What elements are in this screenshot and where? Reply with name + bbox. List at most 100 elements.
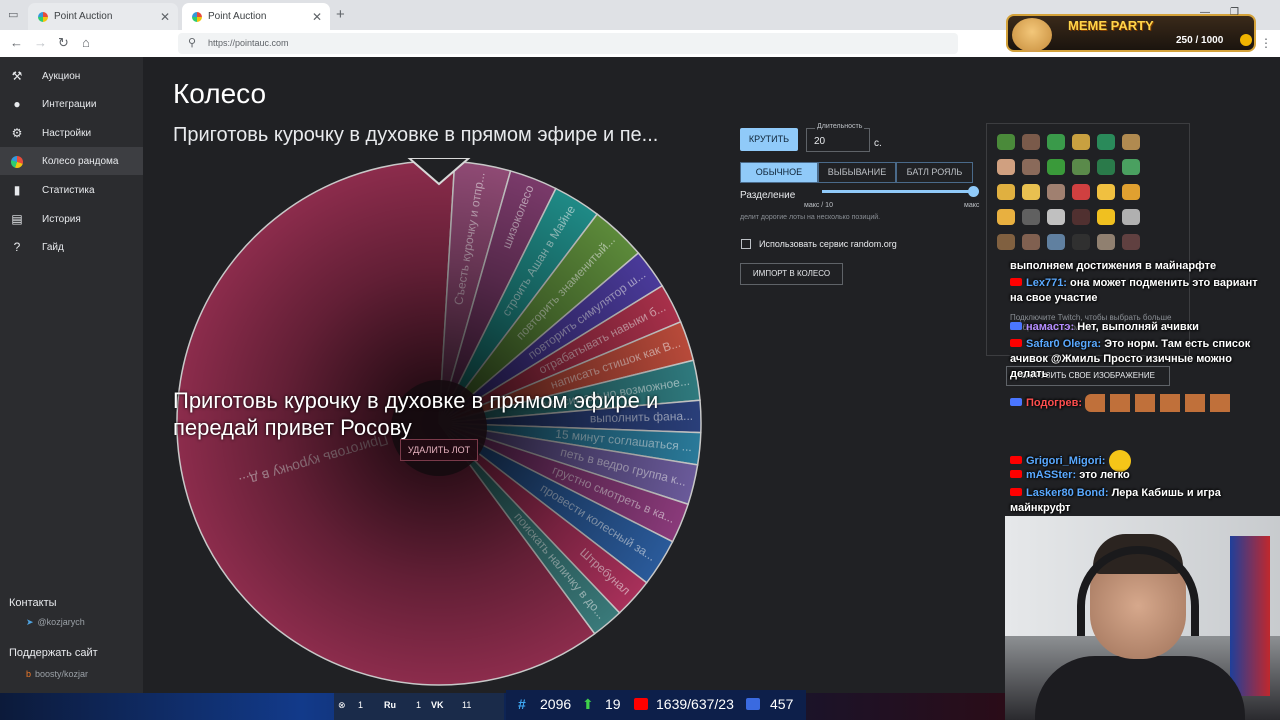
sidebar-item-wheel[interactable]: Колесо рандома xyxy=(0,147,143,175)
boosty-label: boosty/kozjar xyxy=(35,669,89,679)
search-icon: ⚲ xyxy=(188,37,197,49)
hashtag-icon: # xyxy=(518,696,526,712)
emote-image-option[interactable] xyxy=(1072,134,1090,150)
chat-nick: Lex771: xyxy=(1026,277,1067,289)
emote-image-option[interactable] xyxy=(1122,209,1140,225)
emote-image-option[interactable] xyxy=(1122,159,1140,175)
sidebar-item-integrations[interactable]: ● Интеграции xyxy=(0,90,143,118)
emote-image-option[interactable] xyxy=(1047,234,1065,250)
emote-image-option[interactable] xyxy=(1097,134,1115,150)
vk-label: VK xyxy=(431,700,444,710)
emote-image-option[interactable] xyxy=(1047,159,1065,175)
doge-icon xyxy=(1012,18,1052,52)
chat-text: это легко xyxy=(1079,469,1130,481)
emote-image-option[interactable] xyxy=(1097,234,1115,250)
mode-normal-button[interactable]: ОБЫЧНОЕ xyxy=(740,162,818,183)
split-slider-handle[interactable] xyxy=(968,186,979,197)
import-to-wheel-button[interactable]: ИМПОРТ В КОЛЕСО xyxy=(740,263,843,285)
emote-image-option[interactable] xyxy=(1022,159,1040,175)
tab-point-auction-1[interactable]: Point Auction ✕ xyxy=(28,3,178,30)
meme-party-title: MEME PARTY xyxy=(1068,18,1154,33)
emote-image-option[interactable] xyxy=(997,134,1015,150)
delete-lot-button[interactable]: УДАЛИТЬ ЛОТ xyxy=(400,439,478,461)
chat-message: Lex771: она может подменить это вариант … xyxy=(1010,276,1272,306)
vk-count: 457 xyxy=(770,696,794,712)
home-icon[interactable]: ⌂ xyxy=(82,35,90,50)
sidebar-item-label: Настройки xyxy=(42,127,92,139)
window-minimize-icon[interactable]: — xyxy=(1200,7,1210,18)
emote-image-option[interactable] xyxy=(1122,184,1140,200)
sidebar-item-statistics[interactable]: ▮ Статистика xyxy=(0,176,143,204)
duration-input[interactable]: 20 xyxy=(806,128,870,152)
emote-image-option[interactable] xyxy=(1097,209,1115,225)
emote-image-option[interactable] xyxy=(1047,184,1065,200)
emote-image-option[interactable] xyxy=(1072,234,1090,250)
emote-image-option[interactable] xyxy=(1122,134,1140,150)
split-max-label: макс xyxy=(964,202,980,209)
sidebar-item-label: Гайд xyxy=(42,241,64,253)
chat-message: Safar0 Olegra: Это норм. Там есть список… xyxy=(1010,337,1272,382)
spin-button[interactable]: КРУТИТЬ xyxy=(740,128,798,151)
mode-elimination-button[interactable]: ВЫБЫВАНИЕ xyxy=(818,162,896,183)
chat-nick: Grigori_Migori: xyxy=(1026,454,1106,467)
close-icon[interactable]: ✕ xyxy=(160,10,170,24)
emote-image-option[interactable] xyxy=(1047,134,1065,150)
emote-image-option[interactable] xyxy=(1097,184,1115,200)
emote-image-option[interactable] xyxy=(1022,184,1040,200)
sidebar-item-settings[interactable]: ⚙ Настройки xyxy=(0,119,143,147)
chat-message: выполняем достижения в майнарфте xyxy=(1010,259,1272,274)
emote-image-option[interactable] xyxy=(1022,209,1040,225)
emote-image-option[interactable] xyxy=(1047,209,1065,225)
close-circle-icon: ⊗ xyxy=(338,700,346,710)
chat-message: намастэ: Нет, выполняй ачивки xyxy=(1010,320,1272,335)
split-slider-track[interactable] xyxy=(822,190,974,193)
emote-image-option[interactable] xyxy=(1072,159,1090,175)
chat-nick: Safar0 Olegra: xyxy=(1026,338,1102,350)
emote-image-option[interactable] xyxy=(997,234,1015,250)
menu-icon[interactable]: ⋮ xyxy=(1260,36,1272,50)
emote-image-option[interactable] xyxy=(997,184,1015,200)
duration-label: Длительность xyxy=(815,123,865,130)
emote-image-option[interactable] xyxy=(1122,234,1140,250)
telegram-link[interactable]: ➤ @kozjarych xyxy=(26,617,85,628)
close-icon[interactable]: ✕ xyxy=(312,10,322,24)
address-bar[interactable]: ⚲ https://pointauc.com xyxy=(178,33,958,54)
forward-icon[interactable]: → xyxy=(34,35,47,50)
youtube-icon xyxy=(1010,278,1022,286)
chat-nick: Подогрев: xyxy=(1026,396,1083,409)
sidebar: ⚒ Аукцион ● Интеграции ⚙ Настройки Колес… xyxy=(0,57,143,693)
tab-point-auction-2[interactable]: Point Auction ✕ xyxy=(182,3,330,30)
tab-list-icon[interactable]: ▭ xyxy=(8,8,18,21)
new-tab-button[interactable]: + xyxy=(336,6,345,23)
favicon-icon xyxy=(38,11,48,22)
chat-nick: mASSter: xyxy=(1026,469,1077,481)
mode-battle-royale-button[interactable]: БАТЛ РОЯЛЬ xyxy=(896,162,973,183)
emote-image-option[interactable] xyxy=(1097,159,1115,175)
sidebar-item-history[interactable]: ▤ История xyxy=(0,205,143,233)
hashtag-count: 2096 xyxy=(540,696,572,712)
bar-chart-icon: ▮ xyxy=(13,183,21,197)
emote-image-option[interactable] xyxy=(1022,234,1040,250)
back-icon[interactable]: ← xyxy=(10,35,23,50)
chat-text: Нет, выполняй ачивки xyxy=(1077,321,1199,333)
clipboard-icon: ▤ xyxy=(11,212,23,226)
youtube-stats: 1639/637/23 xyxy=(656,696,734,712)
random-org-checkbox[interactable] xyxy=(741,239,751,249)
emote-image-option[interactable] xyxy=(997,159,1015,175)
help-icon: ? xyxy=(13,240,21,254)
emote-image-option[interactable] xyxy=(1072,184,1090,200)
emote-image-option[interactable] xyxy=(1022,134,1040,150)
sidebar-item-auction[interactable]: ⚒ Аукцион xyxy=(0,62,143,90)
sidebar-item-label: Интеграции xyxy=(42,98,97,110)
boosty-link[interactable]: b boosty/kozjar xyxy=(26,669,88,679)
emote-image-option[interactable] xyxy=(1072,209,1090,225)
youtube-icon xyxy=(634,698,648,710)
emote-image-option[interactable] xyxy=(997,209,1015,225)
window-restore-icon[interactable]: ❐ xyxy=(1230,7,1239,18)
boosty-icon: b xyxy=(26,669,32,679)
sidebar-item-guide[interactable]: ? Гайд xyxy=(0,233,143,261)
reload-icon[interactable]: ↻ xyxy=(58,35,69,51)
split-label: Разделение xyxy=(740,190,796,201)
sidebar-item-label: Статистика xyxy=(42,184,95,196)
vk-icon xyxy=(1010,397,1022,406)
